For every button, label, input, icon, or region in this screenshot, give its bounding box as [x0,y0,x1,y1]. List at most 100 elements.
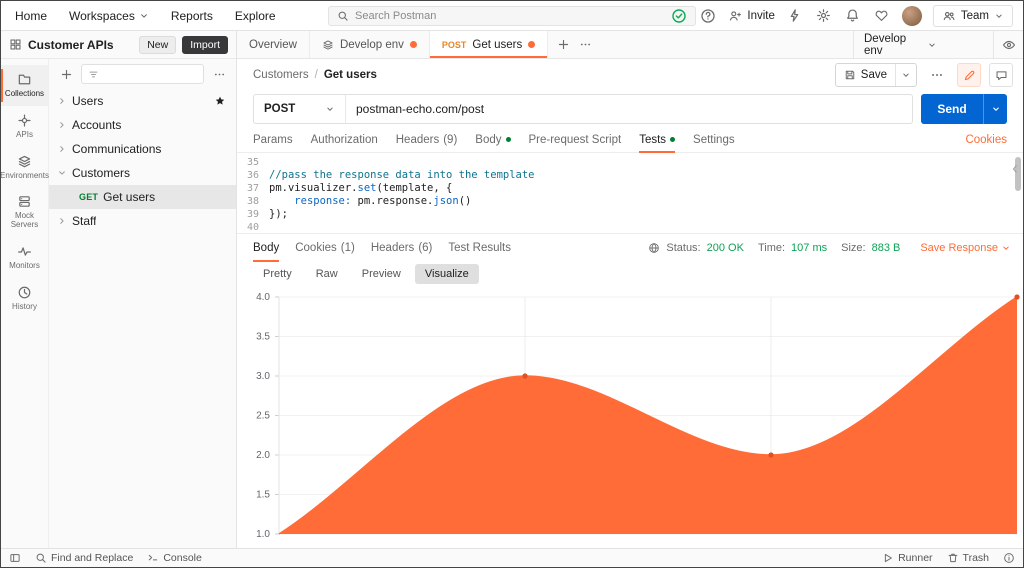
statusbar-console[interactable]: Console [147,552,202,564]
tests-code-editor[interactable]: 35 36//pass the response data into the te… [237,153,1023,233]
save-button[interactable]: Save [834,63,917,87]
statusbar-trash[interactable]: Trash [947,552,989,564]
collection-menu-button[interactable] [210,65,228,83]
rail-collections[interactable]: Collections [1,65,48,106]
import-button[interactable]: Import [182,35,228,54]
content-panel: Overview Develop env POST Get users Develop… [237,31,1023,548]
team-menu-button[interactable]: Team [932,4,1013,27]
user-avatar[interactable] [901,5,922,26]
request-tab-tests[interactable]: Tests [639,127,676,153]
visualizer-area-svg: 4.0 3.5 3.0 2.5 2.0 1.5 1.0 [256,292,1020,540]
add-collection-button[interactable] [57,65,75,83]
line-number: 39 [246,209,259,220]
request-tab-settings[interactable]: Settings [693,127,735,152]
environment-quicklook-button[interactable] [993,31,1023,58]
status-bar: Find and Replace Console Runner Trash [1,548,1023,567]
nav-explore[interactable]: Explore [235,9,276,23]
response-tab-body[interactable]: Body [253,234,280,262]
rail-mock-servers[interactable]: Mock Servers [1,187,48,237]
tab-get-users[interactable]: POST Get users [429,31,549,58]
settings-gear-icon[interactable] [815,7,833,25]
method-selector[interactable]: POST [254,95,346,123]
view-tab-pretty[interactable]: Pretty [253,264,302,284]
help-icon[interactable] [699,7,717,25]
nav-reports[interactable]: Reports [171,9,213,23]
team-people-icon [942,9,956,23]
chevron-right-icon[interactable] [57,144,67,154]
rail-environments[interactable]: Environments [1,147,49,188]
notifications-bell-icon[interactable] [844,7,862,25]
send-button[interactable]: Send [921,94,1007,124]
nav-home[interactable]: Home [15,9,47,23]
rail-monitors[interactable]: Monitors [1,237,48,278]
collapse-panel-chevron[interactable] [1009,163,1021,178]
heart-icon[interactable] [873,7,891,25]
save-response-button[interactable]: Save Response [920,242,1011,254]
tab-options-button[interactable] [576,36,594,54]
chevron-down-icon [139,11,149,21]
statusbar-find-and-replace[interactable]: Find and Replace [35,552,133,564]
sync-status-icon[interactable] [670,7,688,25]
request-tab-pre-request-script[interactable]: Pre-request Script [529,127,622,152]
info-icon [1003,552,1015,564]
chevron-right-icon[interactable] [57,120,67,130]
view-tab-visualize[interactable]: Visualize [414,264,479,284]
comments-button[interactable] [989,63,1013,87]
tree-item-communications[interactable]: Communications [49,137,236,161]
filter-collections-input[interactable] [81,64,204,84]
tree-item-staff[interactable]: Staff [49,209,236,233]
tab-overview[interactable]: Overview [237,31,310,58]
tree-item-customers[interactable]: Customers [49,161,236,185]
new-tab-button[interactable] [554,36,572,54]
documentation-edit-button[interactable] [957,63,981,87]
workspace-title: Customer APIs [28,37,114,52]
visualizer-chart: 4.0 3.5 3.0 2.5 2.0 1.5 1.0 [237,287,1023,548]
view-tab-preview[interactable]: Preview [352,264,411,284]
nav-workspaces[interactable]: Workspaces [69,9,149,23]
save-options-caret[interactable] [895,64,916,86]
request-tab-authorization[interactable]: Authorization [311,127,378,152]
invite-button[interactable]: Invite [728,9,775,23]
tree-item-get-users[interactable]: GET Get users [49,185,236,209]
cookies-link[interactable]: Cookies [965,134,1007,146]
unsaved-dot [528,41,536,48]
global-search-input[interactable]: Search Postman [328,5,696,26]
url-row: POST postman-echo.com/post Send [237,91,1023,127]
chevron-right-icon[interactable] [57,96,67,106]
console-icon [147,552,159,564]
rail-apis[interactable]: APIs [1,106,48,147]
url-input[interactable]: postman-echo.com/post [346,95,912,123]
request-tab-body[interactable]: Body [475,127,511,152]
response-meta: Status: 200 OK Time: 107 ms Size: 883 B … [648,242,1011,254]
new-button[interactable]: New [139,35,177,54]
request-more-actions-button[interactable] [925,63,949,87]
tree-item-users[interactable]: Users [49,89,236,113]
svg-text:4.0: 4.0 [256,292,270,303]
chevron-right-icon[interactable] [57,216,67,226]
chevron-down-icon [927,40,984,50]
editor-line: 39}); [237,208,1023,221]
response-tab-headers[interactable]: Headers (6) [371,234,433,261]
url-bar: POST postman-echo.com/post [253,94,913,124]
star-icon[interactable] [214,95,226,107]
send-options-caret[interactable] [983,94,1007,124]
response-tab-test-results[interactable]: Test Results [448,234,511,261]
environment-selector[interactable]: Develop env [854,31,993,58]
response-tab-cookies[interactable]: Cookies (1) [295,234,355,261]
view-tab-raw[interactable]: Raw [306,264,348,284]
breadcrumb-customers[interactable]: Customers [253,69,309,81]
statusbar-info-icon[interactable] [1003,552,1015,564]
breadcrumb-get-users[interactable]: Get users [324,69,377,81]
request-tab-params[interactable]: Params [253,127,293,152]
editor-line: 40 [237,221,1023,233]
request-tab-headers[interactable]: Headers (9) [396,127,458,152]
rail-history[interactable]: History [1,278,48,319]
statusbar-sidebar-toggle-icon[interactable] [9,552,21,564]
breadcrumb: Customers / Get users [253,69,377,81]
bolt-icon[interactable] [786,7,804,25]
tab-develop-env[interactable]: Develop env [310,31,430,58]
tree-item-accounts[interactable]: Accounts [49,113,236,137]
statusbar-runner[interactable]: Runner [882,552,933,564]
chevron-down-icon[interactable] [57,168,67,178]
editor-line: 38 response: pm.response.json() [237,195,1023,208]
